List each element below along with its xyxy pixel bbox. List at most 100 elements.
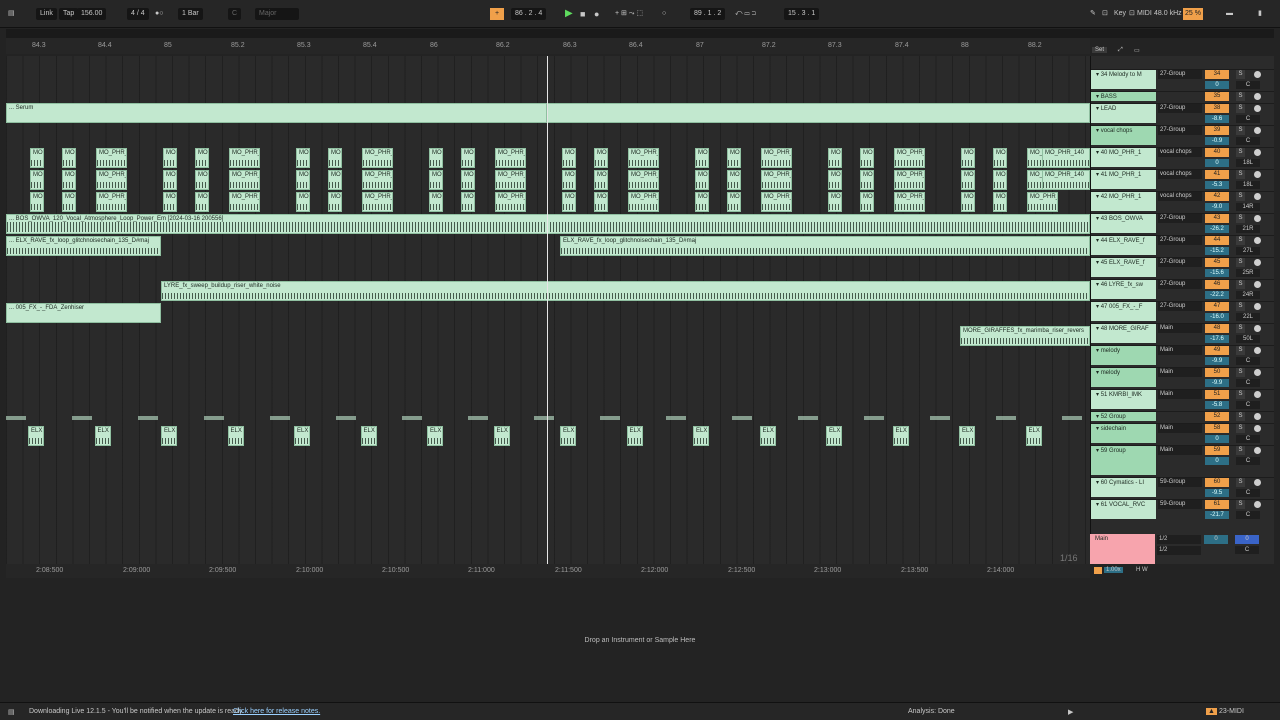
track-name[interactable]: ▾ 47 005_FX_-_F <box>1091 302 1156 321</box>
track-output-select[interactable]: 27-Group <box>1158 70 1202 79</box>
mo-clip[interactable]: MO <box>828 170 842 190</box>
solo-button[interactable]: S <box>1236 92 1245 101</box>
mo-clip[interactable]: MO <box>562 192 576 212</box>
mo-phr-clip[interactable]: MO_PHR_ <box>96 148 127 168</box>
mo-clip[interactable]: MO <box>594 148 608 168</box>
mo-clip[interactable]: MO <box>727 170 741 190</box>
arm-icon[interactable] <box>1254 369 1261 376</box>
time-ruler[interactable]: 2:08:500 2:09:000 2:09:500 2:10:000 2:10… <box>6 564 1090 578</box>
arm-icon[interactable] <box>1254 391 1261 398</box>
stop-icon[interactable]: ■ <box>580 8 585 20</box>
mo-clip[interactable]: MO <box>594 192 608 212</box>
track-pan[interactable]: C <box>1236 379 1260 387</box>
track-activator[interactable]: 59 <box>1205 446 1229 455</box>
midi-map-button[interactable]: MIDI <box>1137 8 1152 20</box>
track-name[interactable]: ▾ 48 MORE_GIRAF <box>1091 324 1156 343</box>
mo-clip[interactable]: MO <box>30 170 44 190</box>
track-activator[interactable]: 50 <box>1205 368 1229 377</box>
solo-button[interactable]: S <box>1236 170 1245 179</box>
solo-button[interactable]: S <box>1236 126 1245 135</box>
giraffes-clip[interactable]: MORE_GIRAFFES_fx_marimba_riser_revers <box>960 326 1090 346</box>
track-output-select[interactable]: 27-Group <box>1158 302 1202 311</box>
track-volume[interactable]: -17.6 <box>1205 335 1229 343</box>
elx-rave-clip[interactable]: ELX_RAVE_fx_loop_glitchnoisechain_135_D#… <box>560 236 1090 256</box>
elx-clip[interactable]: ELX <box>626 426 643 446</box>
track-pan[interactable]: 14R <box>1236 203 1260 211</box>
track-output-select[interactable]: 59-Group <box>1158 500 1202 509</box>
mo-clip[interactable]: MO <box>961 170 975 190</box>
elx-clip[interactable]: ELX <box>161 426 177 446</box>
mo-clip[interactable]: MO <box>860 192 874 212</box>
device-detail-view[interactable]: Drop an Instrument or Sample Here <box>6 582 1274 696</box>
arm-icon[interactable] <box>1254 501 1261 508</box>
key-select[interactable]: C <box>228 8 242 20</box>
mo-clip[interactable]: MO <box>163 192 177 212</box>
track-volume[interactable]: -21.7 <box>1205 511 1229 519</box>
solo-button[interactable]: S <box>1236 478 1245 487</box>
mo-clip[interactable]: MO <box>828 192 842 212</box>
elx-clip[interactable]: ELX <box>892 426 909 446</box>
mo-clip[interactable]: MO <box>993 170 1007 190</box>
mo-phr-clip[interactable]: MO_PHR_ <box>761 148 792 168</box>
mo-clip[interactable]: MO <box>961 148 975 168</box>
track-pan[interactable]: C <box>1236 511 1260 519</box>
main-output-2[interactable]: 1/2 <box>1157 546 1201 555</box>
loop-start-field[interactable]: 89 . 1 . 2 <box>690 8 726 20</box>
mo-clip[interactable]: MO <box>860 148 874 168</box>
arm-icon[interactable] <box>1254 347 1261 354</box>
track-pan[interactable]: C <box>1236 401 1260 409</box>
mo-clip[interactable]: MO <box>163 170 177 190</box>
elx-rave-clip[interactable]: ... ELX_RAVE_fx_loop_glitchnoisechain_13… <box>6 236 161 256</box>
mo-clip[interactable]: MO <box>195 148 209 168</box>
link-button[interactable]: Link <box>36 8 57 20</box>
mo-phr-clip[interactable]: MO_PHR_ <box>495 192 526 212</box>
solo-button[interactable]: S <box>1236 70 1245 79</box>
mo-clip[interactable]: MO <box>62 170 76 190</box>
tempo-field[interactable]: 156.00 <box>77 8 107 20</box>
mo-phr-clip[interactable]: MO_PHR_ <box>495 148 526 168</box>
arm-icon[interactable] <box>1254 303 1261 310</box>
track-activator[interactable]: 38 <box>1205 104 1229 113</box>
track-activator[interactable]: 51 <box>1205 390 1229 399</box>
elx-clip[interactable]: ELX <box>227 426 244 446</box>
main-output-1[interactable]: 1/2 <box>1157 535 1201 544</box>
tap-button[interactable]: Tap <box>59 8 79 20</box>
mo-clip[interactable]: MO <box>993 192 1007 212</box>
elx-clip[interactable]: ELX <box>294 426 310 446</box>
arm-icon[interactable] <box>1254 93 1261 100</box>
track-volume[interactable]: -9.9 <box>1205 379 1229 387</box>
mo-clip[interactable]: MO <box>328 148 342 168</box>
mo-phr-clip[interactable]: MO_PHR_ <box>362 192 393 212</box>
track-output-select[interactable]: vocal chops <box>1158 192 1202 201</box>
solo-button[interactable]: S <box>1236 104 1245 113</box>
mo-clip[interactable]: MO <box>461 170 475 190</box>
track-pan[interactable]: C <box>1236 357 1260 365</box>
track-activator[interactable]: 61 <box>1205 500 1229 509</box>
track-volume[interactable]: -8.6 <box>1205 115 1229 123</box>
mo-clip[interactable]: MO <box>695 148 709 168</box>
track-pan[interactable]: C <box>1236 489 1260 497</box>
track-name[interactable]: ▾ 51 KMRBI_IMK <box>1091 390 1156 409</box>
track-volume[interactable]: 0 <box>1205 159 1229 167</box>
mo-phr-clip[interactable]: MO_PHR_ <box>362 170 393 190</box>
track-volume[interactable]: -15.6 <box>1205 269 1229 277</box>
mo-clip[interactable]: MO <box>296 192 310 212</box>
track-name[interactable]: ▾ 41 MO_PHR_1 <box>1091 170 1156 189</box>
mo-clip[interactable]: MO <box>30 192 44 212</box>
elx-clip[interactable]: ELX <box>693 426 709 446</box>
track-name[interactable]: ▾ 34 Melody to M <box>1091 70 1156 89</box>
mo-phr-clip[interactable]: MO_PHR_ <box>628 170 659 190</box>
mo-clip[interactable]: MO <box>993 148 1007 168</box>
elx-clip[interactable]: ELX <box>94 426 111 446</box>
track-output-select[interactable]: Main <box>1158 390 1202 399</box>
mo-clip[interactable]: MO <box>461 148 475 168</box>
main-volume[interactable]: 0 <box>1204 535 1228 544</box>
elx-clip[interactable]: ELX <box>1025 426 1042 446</box>
arm-icon[interactable] <box>1254 281 1261 288</box>
track-output-select[interactable]: Main <box>1158 446 1202 455</box>
track-name[interactable]: ▾ sidechain <box>1091 424 1156 443</box>
mo-phr-clip[interactable]: MO_PHR_ <box>761 192 792 212</box>
mo-clip[interactable]: MO <box>328 170 342 190</box>
mo-phr-clip[interactable]: MO_PHR_ <box>229 170 260 190</box>
track-volume[interactable]: -22.2 <box>1205 291 1229 299</box>
